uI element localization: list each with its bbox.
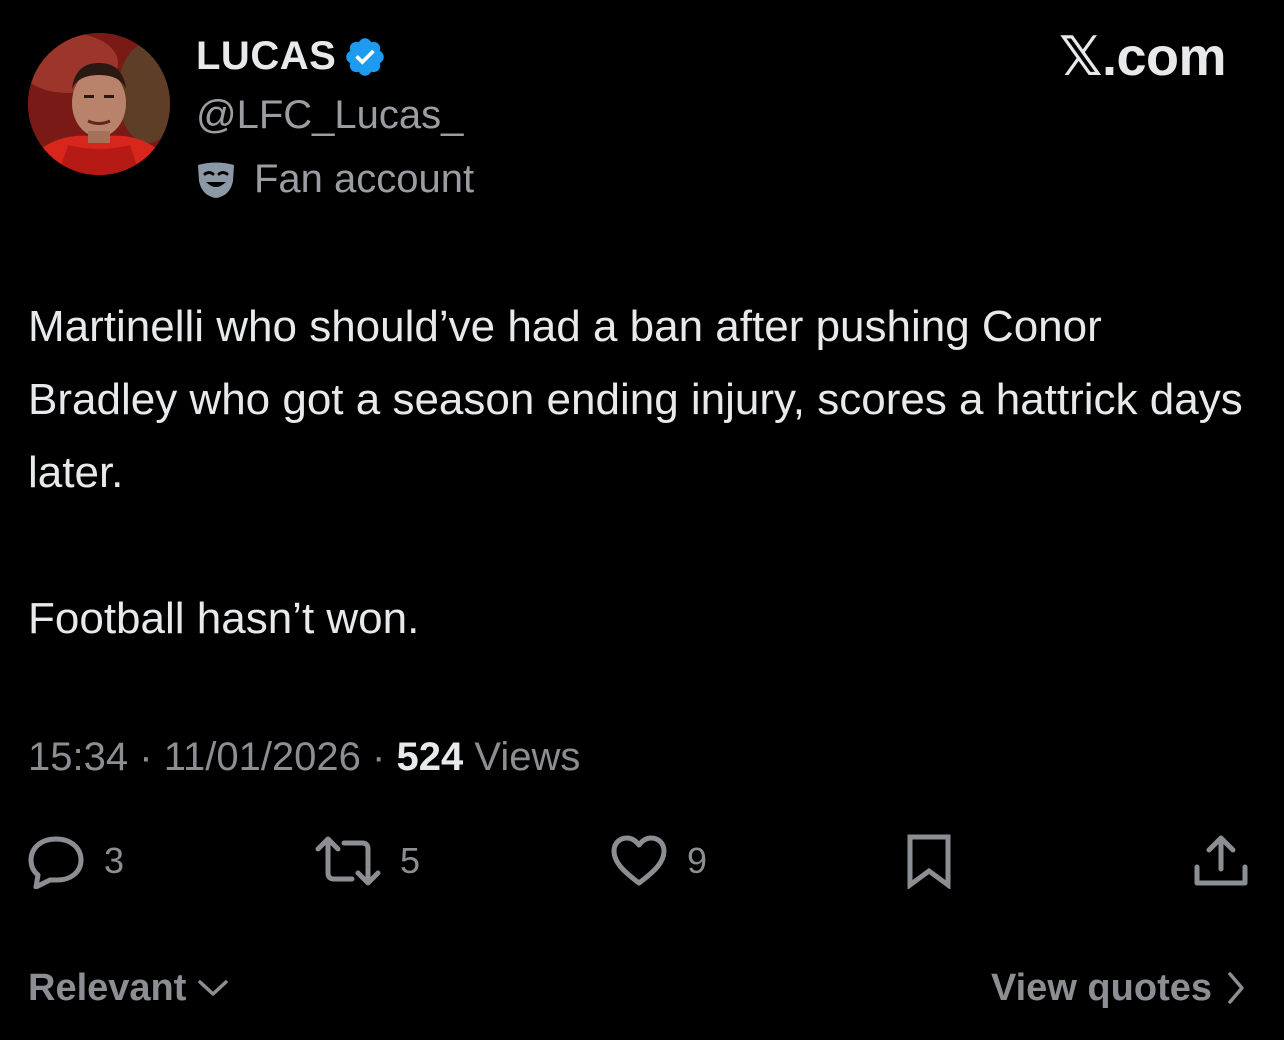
tweet-text: Martinelli who should’ve had a ban after… bbox=[28, 290, 1248, 655]
bookmark-button[interactable] bbox=[904, 833, 954, 889]
author-handle[interactable]: @LFC_Lucas_ bbox=[196, 92, 463, 138]
tweet-meta: 15:34 · 11/01/2026 · 524 Views bbox=[28, 731, 580, 783]
reply-button[interactable]: 3 bbox=[26, 833, 124, 889]
brand-watermark: 𝕏.com bbox=[1058, 27, 1227, 87]
views-label: Views bbox=[474, 735, 581, 779]
chevron-down-icon bbox=[198, 980, 229, 996]
tweet-paragraph: Martinelli who should’ve had a ban after… bbox=[28, 302, 1243, 497]
tweet-date[interactable]: 11/01/2026 bbox=[164, 735, 361, 779]
meta-separator: · bbox=[139, 735, 153, 779]
repost-count: 5 bbox=[400, 840, 421, 881]
sort-label: Relevant bbox=[28, 967, 187, 1009]
fan-account-label: Fan account bbox=[254, 157, 475, 201]
tweet-time[interactable]: 15:34 bbox=[28, 735, 128, 779]
repost-button[interactable]: 5 bbox=[314, 833, 420, 889]
avatar[interactable] bbox=[28, 33, 170, 175]
display-name[interactable]: LUCAS bbox=[196, 33, 336, 79]
reply-icon bbox=[28, 836, 84, 889]
like-button[interactable]: 9 bbox=[609, 833, 707, 889]
share-button[interactable] bbox=[1191, 833, 1251, 889]
view-quotes-label: View quotes bbox=[990, 967, 1212, 1009]
view-quotes-link[interactable]: View quotes bbox=[991, 963, 1246, 1013]
profile-photo bbox=[28, 33, 170, 175]
like-count: 9 bbox=[687, 840, 708, 881]
repost-icon bbox=[315, 836, 381, 886]
sort-replies-dropdown[interactable]: Relevant bbox=[28, 963, 230, 1013]
tweet-paragraph: Football hasn’t won. bbox=[28, 594, 420, 643]
reply-count: 3 bbox=[104, 840, 125, 881]
meta-separator: · bbox=[372, 735, 386, 779]
chevron-right-icon bbox=[1228, 972, 1244, 1004]
parody-mask-icon bbox=[198, 162, 234, 198]
views-count: 524 bbox=[396, 735, 464, 779]
bookmark-icon bbox=[907, 834, 951, 889]
share-icon bbox=[1194, 835, 1248, 886]
verified-badge-icon bbox=[346, 38, 384, 76]
heart-icon bbox=[611, 835, 667, 886]
